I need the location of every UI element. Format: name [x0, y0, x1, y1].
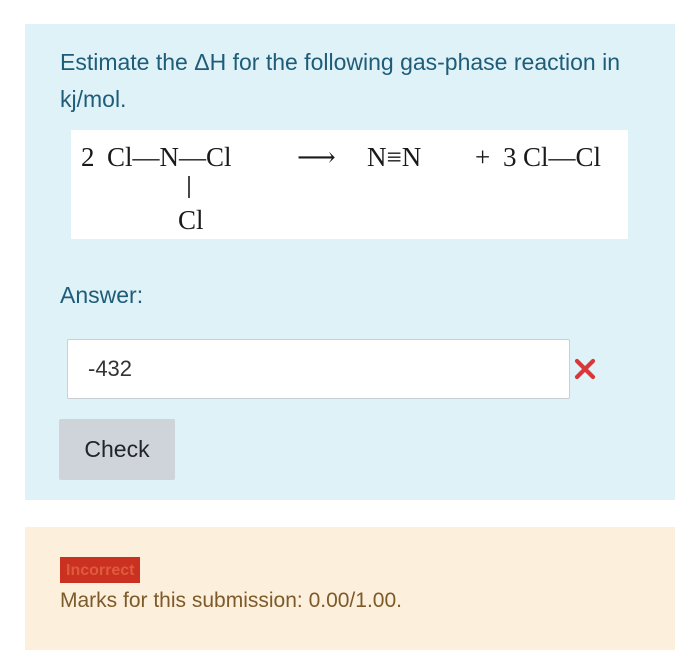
reaction-image: 2 Cl—N—Cl Cl ⟶ N≡N + 3 Cl—Cl [71, 130, 628, 239]
marks-text: Marks for this submission: 0.00/1.00. [60, 589, 402, 612]
reaction-equation: 2 Cl—N—Cl Cl ⟶ N≡N + 3 Cl—Cl [81, 142, 601, 235]
question-prompt: Estimate the ΔH for the following gas-ph… [60, 49, 620, 112]
product-chlorine: Cl—Cl [523, 142, 601, 172]
product-coefficient: 3 [503, 142, 517, 172]
reactant-branch: Cl [178, 205, 204, 235]
reactant-coefficient: 2 [81, 142, 95, 172]
reaction-arrow: ⟶ [297, 142, 336, 172]
product-nitrogen: N≡N [367, 142, 421, 172]
cross-icon [574, 358, 596, 380]
question-panel: Estimate the ΔH for the following gas-ph… [25, 24, 675, 500]
check-button[interactable]: Check [59, 419, 175, 480]
feedback-panel: Incorrect Marks for this submission: 0.0… [25, 527, 675, 650]
plus-sign: + [475, 142, 490, 172]
status-badge: Incorrect [60, 557, 141, 583]
reactant-formula: Cl—N—Cl [107, 142, 232, 172]
answer-label: Answer: [60, 282, 144, 308]
answer-input[interactable] [67, 339, 570, 399]
